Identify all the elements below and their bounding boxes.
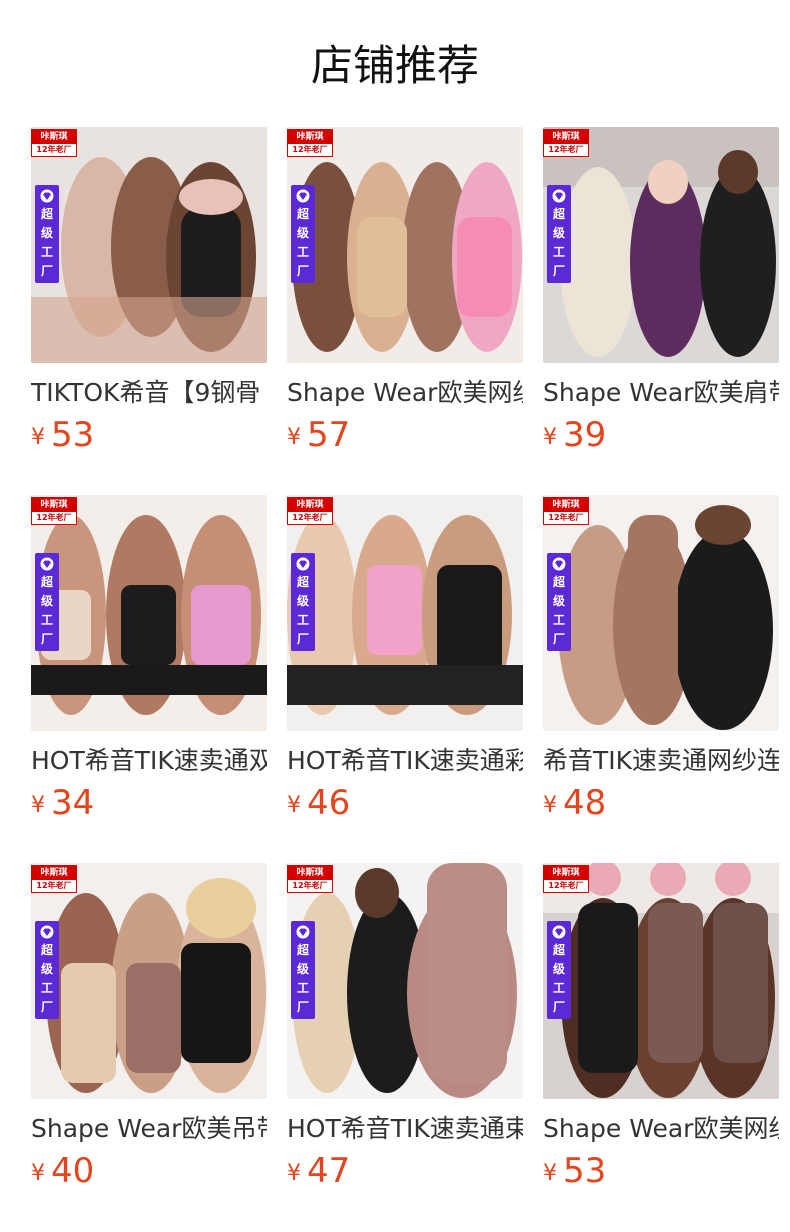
product-title[interactable]: 希音TIK速卖通网纱连 bbox=[543, 741, 779, 781]
diamond-icon bbox=[552, 925, 566, 939]
product-image[interactable]: 咔斯琪 12年老厂 超级工厂 bbox=[287, 495, 523, 731]
product-price: ¥48 bbox=[543, 783, 607, 823]
product-image[interactable]: 咔斯琪 12年老厂 超级工厂 bbox=[543, 863, 779, 1099]
product-image[interactable]: 咔斯琪 12年老厂 超级工厂 bbox=[31, 863, 267, 1099]
diamond-icon bbox=[552, 189, 566, 203]
super-factory-badge: 超级工厂 bbox=[291, 185, 315, 283]
product-title[interactable]: Shape Wear欧美吊带 bbox=[31, 1109, 267, 1149]
product-title[interactable]: HOT希音TIK速卖通双 bbox=[31, 741, 267, 781]
product-price: ¥53 bbox=[543, 1151, 607, 1191]
product-image[interactable]: 咔斯琪 12年老厂 超级工厂 bbox=[31, 495, 267, 731]
diamond-icon bbox=[40, 189, 54, 203]
product-image[interactable]: 咔斯琪 12年老厂 超级工厂 bbox=[543, 127, 779, 363]
super-factory-badge: 超级工厂 bbox=[291, 921, 315, 1019]
product-image[interactable]: 咔斯琪 12年老厂 超级工厂 bbox=[543, 495, 779, 731]
diamond-icon bbox=[40, 925, 54, 939]
diamond-icon bbox=[296, 925, 310, 939]
super-factory-badge: 超级工厂 bbox=[35, 553, 59, 651]
product-card[interactable]: 咔斯琪 12年老厂 超级工厂 HOT希音TIK速卖通彩 ¥46 bbox=[287, 495, 523, 835]
product-price: ¥47 bbox=[287, 1151, 351, 1191]
product-image[interactable]: 咔斯琪 12年老厂 超级工厂 bbox=[287, 863, 523, 1099]
product-title[interactable]: Shape Wear欧美网纱 bbox=[543, 1109, 779, 1149]
factory-badge: 咔斯琪 12年老厂 bbox=[287, 497, 333, 525]
factory-badge: 咔斯琪 12年老厂 bbox=[543, 129, 589, 157]
product-card[interactable]: 咔斯琪 12年老厂 超级工厂 希音TIK速卖通网纱连 ¥48 bbox=[543, 495, 779, 835]
super-factory-badge: 超级工厂 bbox=[547, 185, 571, 283]
factory-badge: 咔斯琪 12年老厂 bbox=[31, 865, 77, 893]
product-image[interactable]: 咔斯琪 12年老厂 超级工厂 bbox=[287, 127, 523, 363]
diamond-icon bbox=[40, 557, 54, 571]
product-image[interactable]: 咔斯琪 12年老厂 超级工厂 bbox=[31, 127, 267, 363]
product-title[interactable]: Shape Wear欧美肩带 bbox=[543, 373, 779, 413]
factory-badge: 咔斯琪 12年老厂 bbox=[287, 129, 333, 157]
product-title[interactable]: TIKTOK希音【9钢骨 bbox=[31, 373, 267, 413]
diamond-icon bbox=[552, 557, 566, 571]
product-card[interactable]: 咔斯琪 12年老厂 超级工厂 Shape Wear欧美肩带 ¥39 bbox=[543, 127, 779, 467]
product-grid: 咔斯琪 12年老厂 超级工厂 TIKTOK希音【9钢骨 ¥53 咔斯琪 12年老… bbox=[0, 0, 790, 1232]
super-factory-badge: 超级工厂 bbox=[35, 921, 59, 1019]
product-title[interactable]: HOT希音TIK速卖通彩 bbox=[287, 741, 523, 781]
super-factory-badge: 超级工厂 bbox=[35, 185, 59, 283]
factory-badge: 咔斯琪 12年老厂 bbox=[543, 497, 589, 525]
product-price: ¥40 bbox=[31, 1151, 95, 1191]
factory-badge: 咔斯琪 12年老厂 bbox=[287, 865, 333, 893]
product-card[interactable]: 咔斯琪 12年老厂 超级工厂 HOT希音TIK速卖通双 ¥34 bbox=[31, 495, 267, 835]
product-card[interactable]: 咔斯琪 12年老厂 超级工厂 TIKTOK希音【9钢骨 ¥53 bbox=[31, 127, 267, 467]
factory-badge: 咔斯琪 12年老厂 bbox=[31, 497, 77, 525]
super-factory-badge: 超级工厂 bbox=[547, 921, 571, 1019]
diamond-icon bbox=[296, 557, 310, 571]
product-title[interactable]: Shape Wear欧美网纱 bbox=[287, 373, 523, 413]
product-card[interactable]: 咔斯琪 12年老厂 超级工厂 HOT希音TIK速卖通束 ¥47 bbox=[287, 863, 523, 1203]
product-price: ¥34 bbox=[31, 783, 95, 823]
product-card[interactable]: 咔斯琪 12年老厂 超级工厂 Shape Wear欧美网纱 ¥53 bbox=[543, 863, 779, 1203]
product-title[interactable]: HOT希音TIK速卖通束 bbox=[287, 1109, 523, 1149]
product-price: ¥39 bbox=[543, 415, 607, 455]
product-price: ¥46 bbox=[287, 783, 351, 823]
product-card[interactable]: 咔斯琪 12年老厂 超级工厂 Shape Wear欧美吊带 ¥40 bbox=[31, 863, 267, 1203]
factory-badge: 咔斯琪 12年老厂 bbox=[543, 865, 589, 893]
factory-badge: 咔斯琪 12年老厂 bbox=[31, 129, 77, 157]
super-factory-badge: 超级工厂 bbox=[547, 553, 571, 651]
product-card[interactable]: 咔斯琪 12年老厂 超级工厂 Shape Wear欧美网纱 ¥57 bbox=[287, 127, 523, 467]
super-factory-badge: 超级工厂 bbox=[291, 553, 315, 651]
product-price: ¥53 bbox=[31, 415, 95, 455]
diamond-icon bbox=[296, 189, 310, 203]
product-price: ¥57 bbox=[287, 415, 351, 455]
